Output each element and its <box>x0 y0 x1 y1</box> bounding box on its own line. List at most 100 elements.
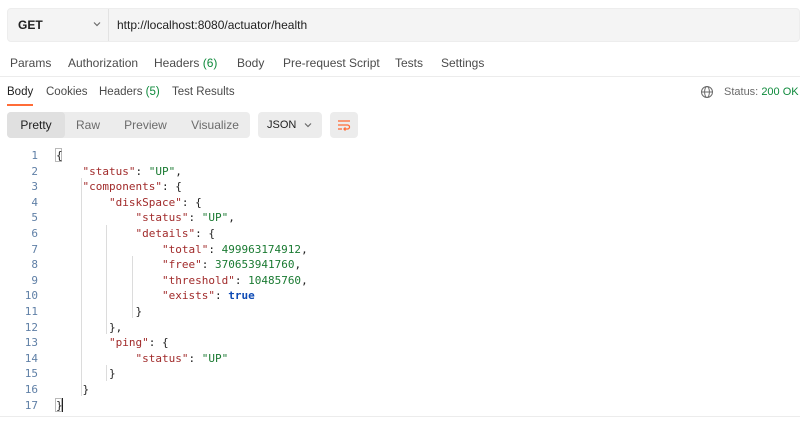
code-text: } <box>56 304 142 320</box>
code-token: "free" <box>161 258 202 272</box>
tab-tests[interactable]: Tests <box>395 50 423 76</box>
code-token: , <box>175 164 182 178</box>
code-line: 4 "diskSpace": { <box>0 195 800 211</box>
tab-headers[interactable]: Headers (6) <box>154 50 217 76</box>
line-number: 9 <box>31 273 38 287</box>
status-label: Status: <box>724 86 759 98</box>
code-line: 13 "ping": { <box>0 335 800 351</box>
line-number: 15 <box>24 367 38 381</box>
wrap-lines-button[interactable] <box>330 112 358 138</box>
tab-authorization[interactable]: Authorization <box>68 50 138 76</box>
code-line: 2 "status": "UP", <box>0 164 800 180</box>
code-text: "total": 499963174912, <box>56 242 308 258</box>
code-token: "components" <box>82 180 162 194</box>
code-token: } <box>56 398 63 412</box>
code-token: : <box>208 242 222 256</box>
tab-label: Pre-request Script <box>283 56 380 70</box>
response-tab-cookies[interactable]: Cookies <box>46 80 88 104</box>
code-text: } <box>56 382 89 398</box>
url-input[interactable]: http://localhost:8080/actuator/health <box>117 9 307 41</box>
format-label: JSON <box>267 119 297 131</box>
code-token: : { <box>161 180 182 194</box>
code-text: "status": "UP" <box>56 351 228 367</box>
line-number: 8 <box>31 258 38 272</box>
code-token: 10485760 <box>248 273 302 287</box>
code-text: } <box>56 366 116 382</box>
code-token: : { <box>195 227 215 240</box>
code-token: : <box>188 351 202 365</box>
tab-label: Settings <box>441 56 485 70</box>
line-number: 14 <box>24 351 38 365</box>
view-raw-button[interactable]: Raw <box>65 112 111 138</box>
status-value: 200 OK <box>761 86 799 98</box>
code-line: 12 }, <box>0 320 800 336</box>
code-token: { <box>56 149 63 162</box>
code-text: }, <box>56 320 122 336</box>
code-line: 7 "total": 499963174912, <box>0 242 800 258</box>
code-token: : { <box>181 195 202 209</box>
code-token: : <box>214 289 229 303</box>
line-number: 1 <box>31 149 38 162</box>
line-number: 11 <box>24 305 38 318</box>
code-line: 8 "free": 370653941760, <box>0 257 800 273</box>
code-token: } <box>56 367 116 381</box>
view-pretty-button[interactable]: Pretty <box>7 112 65 138</box>
tab-label: Headers <box>99 86 143 98</box>
view-preview-button[interactable]: Preview <box>111 112 180 138</box>
method-label: GET <box>18 18 43 32</box>
line-number: 16 <box>24 383 38 396</box>
method-select[interactable]: GET <box>8 9 108 41</box>
tab-label: Headers <box>154 56 200 70</box>
line-number: 7 <box>31 242 38 256</box>
code-line: 10 "exists": true <box>0 288 800 304</box>
tab-pre-request-script[interactable]: Pre-request Script <box>283 50 380 76</box>
tab-settings[interactable]: Settings <box>441 50 484 76</box>
code-token: "status" <box>82 164 136 178</box>
code-token: }, <box>56 320 123 334</box>
tab-params[interactable]: Params <box>10 50 51 76</box>
format-select[interactable]: JSON <box>258 112 322 138</box>
code-text: } <box>56 398 63 414</box>
code-line: 5 "status": "UP", <box>0 210 800 226</box>
line-number: 17 <box>24 398 38 412</box>
code-text: "status": "UP", <box>56 210 234 226</box>
response-tab-body[interactable]: Body <box>7 80 34 106</box>
view-visualize-button[interactable]: Visualize <box>180 112 250 138</box>
wrap-lines-icon <box>338 120 351 131</box>
response-tab-test-results[interactable]: Test Results <box>172 80 235 104</box>
globe-icon[interactable] <box>700 85 714 99</box>
code-line: 14 "status": "UP" <box>0 351 800 367</box>
line-number: 6 <box>31 227 38 240</box>
section-divider <box>0 76 800 77</box>
response-status: Status: 200 OK <box>724 80 799 104</box>
tab-body[interactable]: Body <box>237 50 264 76</box>
tab-count: (5) <box>145 86 160 98</box>
request-url-bar: GET http://localhost:8080/actuator/healt… <box>7 8 800 42</box>
code-token: "exists" <box>161 289 215 303</box>
code-token: : <box>135 164 149 178</box>
code-token: } <box>56 383 90 396</box>
code-line: 16 } <box>0 382 800 398</box>
code-text: "details": { <box>56 226 215 242</box>
code-text: "free": 370653941760, <box>56 257 301 273</box>
code-token: "ping" <box>108 336 149 350</box>
tab-label: Test Results <box>172 86 235 98</box>
tab-label: Cookies <box>46 86 88 98</box>
response-tabs: Body Cookies Headers (5) Test Results <box>0 80 800 106</box>
view-mode-group: Pretty Raw Preview Visualize <box>7 112 250 138</box>
tab-label: Body <box>237 56 265 70</box>
code-line: 17} <box>0 398 800 414</box>
code-line: 9 "threshold": 10485760, <box>0 273 800 289</box>
response-body-viewer[interactable]: 1{2 "status": "UP", 3 "components": {4 "d… <box>0 147 800 415</box>
code-text: "components": { <box>56 179 182 195</box>
tab-label: Params <box>10 56 52 70</box>
response-tab-headers[interactable]: Headers (5) <box>99 80 160 104</box>
request-tabs: Params Authorization Headers (6) Body Pr… <box>0 50 800 76</box>
